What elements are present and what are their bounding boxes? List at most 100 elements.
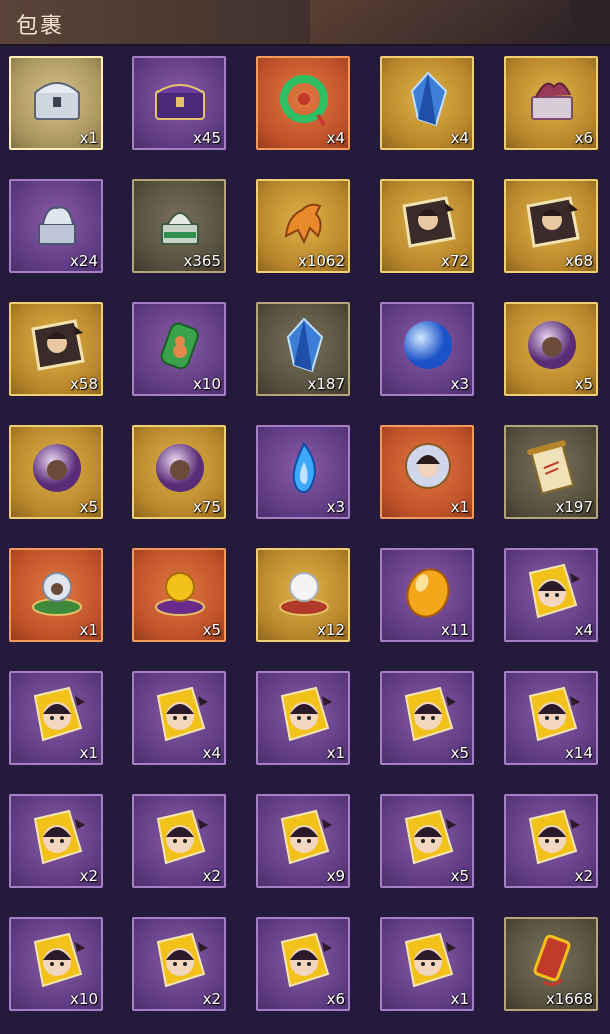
inventory-slot[interactable]: x3	[256, 425, 350, 519]
blue-crystal-icon	[272, 314, 336, 376]
inventory-slot[interactable]: x4	[504, 548, 598, 642]
purple-chest-icon	[148, 68, 212, 130]
inventory-slot[interactable]: x1	[380, 917, 474, 1011]
spirit-orb-icon	[148, 437, 212, 499]
item-count: x14	[565, 744, 593, 762]
item-count: x187	[307, 375, 345, 393]
red-gold-token-icon	[520, 929, 584, 991]
inventory-slot[interactable]: x12	[256, 548, 350, 642]
item-count: x5	[79, 498, 98, 516]
blue-orb-icon	[396, 314, 460, 376]
item-count: x1668	[545, 990, 593, 1008]
page-title: 包裹	[16, 14, 65, 39]
item-count: x197	[555, 498, 593, 516]
item-count: x58	[70, 375, 98, 393]
item-count: x5	[574, 375, 593, 393]
inventory-slot[interactable]: x1	[9, 671, 103, 765]
inventory-slot[interactable]: x4	[132, 671, 226, 765]
inventory-slot[interactable]: x5	[504, 302, 598, 396]
inventory-slot[interactable]: x72	[380, 179, 474, 273]
inventory-slot[interactable]: x10	[132, 302, 226, 396]
item-count: x68	[565, 252, 593, 270]
inventory-slot[interactable]: x3	[380, 302, 474, 396]
inventory-slot[interactable]: x4	[380, 56, 474, 150]
white-pearl-pedestal-icon	[272, 560, 336, 622]
item-count: x1	[79, 621, 98, 639]
item-count: x1	[450, 990, 469, 1008]
item-count: x3	[450, 375, 469, 393]
inventory-slot[interactable]: x10	[9, 917, 103, 1011]
hero-portrait-icon	[25, 314, 89, 376]
pearl-pedestal-icon	[25, 560, 89, 622]
inventory-slot[interactable]: x68	[504, 179, 598, 273]
inventory-slot[interactable]: x24	[9, 179, 103, 273]
item-count: x2	[202, 990, 221, 1008]
blue-crystal-icon	[396, 68, 460, 130]
inventory-slot[interactable]: x2	[504, 794, 598, 888]
inventory-slot[interactable]: x6	[256, 917, 350, 1011]
inventory-grid: x1 x45 x4 x4 x6 x24 x365 x1062 x72 x68 x58 x10 x187 x…	[0, 46, 610, 1034]
inventory-slot[interactable]: x197	[504, 425, 598, 519]
item-count: x2	[202, 867, 221, 885]
inventory-slot[interactable]: x4	[256, 56, 350, 150]
chibi-hero-icon	[272, 806, 336, 868]
header-decoration	[310, 0, 570, 44]
hero-portrait-icon	[520, 191, 584, 253]
inventory-slot[interactable]: x75	[132, 425, 226, 519]
inventory-slot[interactable]: x1	[9, 56, 103, 150]
chibi-hero-icon	[272, 683, 336, 745]
inventory-slot[interactable]: x2	[132, 794, 226, 888]
item-count: x75	[193, 498, 221, 516]
inventory-slot[interactable]: x5	[132, 548, 226, 642]
item-count: x72	[441, 252, 469, 270]
item-count: x11	[441, 621, 469, 639]
item-count: x6	[574, 129, 593, 147]
dragon-box-icon	[520, 68, 584, 130]
golden-egg-icon	[396, 560, 460, 622]
inventory-slot[interactable]: x1062	[256, 179, 350, 273]
item-count: x1	[79, 129, 98, 147]
chibi-hero-icon	[148, 929, 212, 991]
chibi-hero-icon	[396, 683, 460, 745]
item-count: x2	[574, 867, 593, 885]
inventory-slot[interactable]: x58	[9, 302, 103, 396]
inventory-slot[interactable]: x2	[9, 794, 103, 888]
chibi-hero-icon	[396, 806, 460, 868]
scroll-icon	[520, 437, 584, 499]
inventory-slot[interactable]: x14	[504, 671, 598, 765]
item-count: x2	[79, 867, 98, 885]
inventory-slot[interactable]: x1	[256, 671, 350, 765]
chibi-hero-icon	[272, 929, 336, 991]
item-count: x5	[202, 621, 221, 639]
chibi-hero-icon	[148, 806, 212, 868]
item-count: x1	[79, 744, 98, 762]
item-count: x6	[326, 990, 345, 1008]
inventory-slot[interactable]: x5	[9, 425, 103, 519]
spirit-orb-icon	[520, 314, 584, 376]
inventory-slot[interactable]: x2	[132, 917, 226, 1011]
chibi-hero-icon	[520, 560, 584, 622]
item-count: x5	[450, 867, 469, 885]
inventory-slot[interactable]: x187	[256, 302, 350, 396]
inventory-slot[interactable]: x9	[256, 794, 350, 888]
item-count: x45	[193, 129, 221, 147]
inventory-slot[interactable]: x1	[9, 548, 103, 642]
inventory-slot[interactable]: x5	[380, 794, 474, 888]
inventory-slot[interactable]: x45	[132, 56, 226, 150]
chibi-hero-icon	[520, 683, 584, 745]
inventory-slot[interactable]: x11	[380, 548, 474, 642]
chibi-hero-icon	[25, 806, 89, 868]
item-count: x10	[70, 990, 98, 1008]
inventory-slot[interactable]: x365	[132, 179, 226, 273]
item-count: x4	[574, 621, 593, 639]
inventory-slot[interactable]: x1668	[504, 917, 598, 1011]
inventory-slot[interactable]: x1	[380, 425, 474, 519]
gourd-charm-icon	[148, 314, 212, 376]
inventory-slot[interactable]: x6	[504, 56, 598, 150]
chibi-hero-icon	[25, 683, 89, 745]
inventory-slot[interactable]: x5	[380, 671, 474, 765]
jade-ornament-icon	[272, 68, 336, 130]
spirit-orb-icon	[25, 437, 89, 499]
gold-pearl-pedestal-icon	[148, 560, 212, 622]
item-count: x4	[450, 129, 469, 147]
